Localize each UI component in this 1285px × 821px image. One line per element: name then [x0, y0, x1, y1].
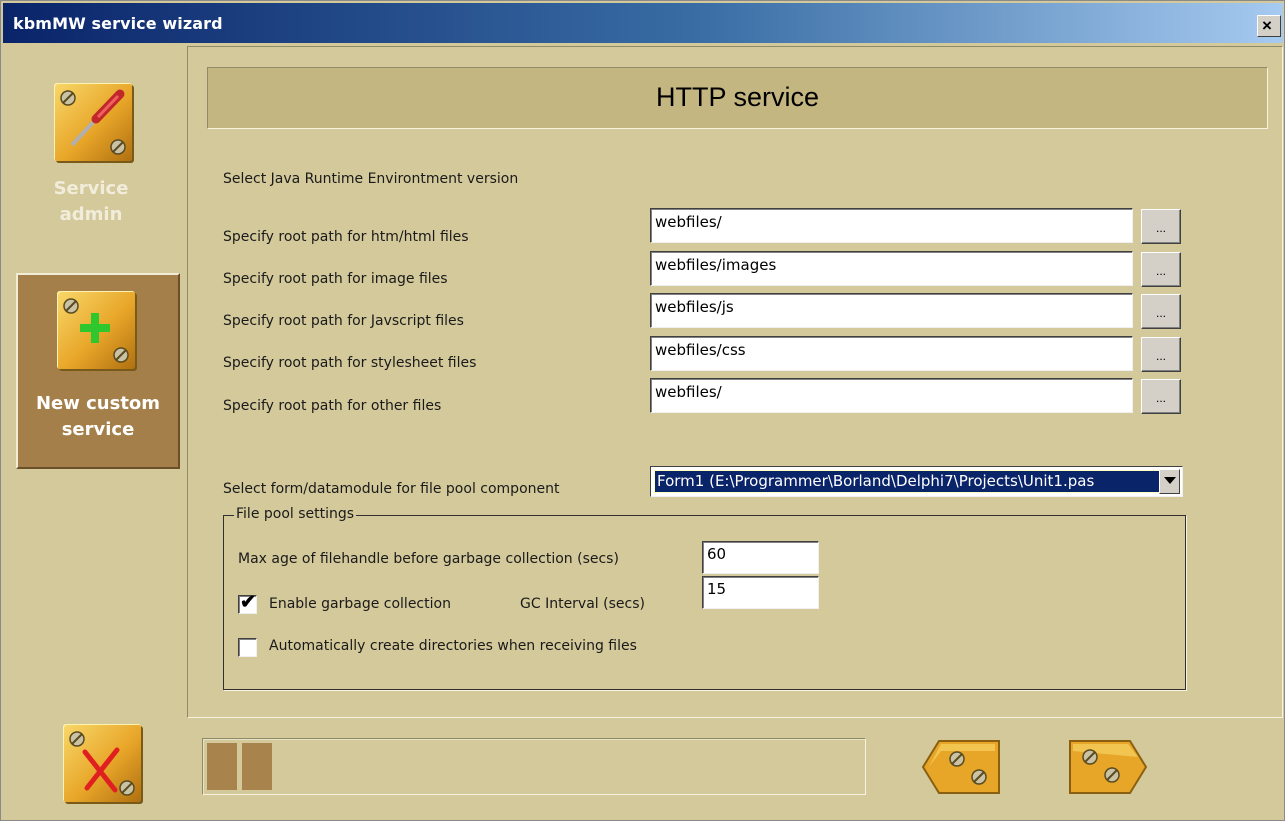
page-header: HTTP service [207, 67, 1268, 129]
window-title: kbmMW service wizard [13, 14, 223, 33]
html-path-label: Specify root path for htm/html files [223, 229, 469, 245]
gc-interval-field[interactable]: 15 [702, 576, 819, 609]
plus-icon[interactable] [57, 291, 135, 369]
javascript-path-label: Specify root path for Javscript files [223, 313, 464, 329]
jre-version-label: Select Java Runtime Environtment version [223, 171, 519, 187]
javascript-path-field[interactable]: webfiles/js [650, 293, 1133, 328]
module-select[interactable]: Form1 (E:\Programmer\Borland\Delphi7\Pro… [650, 466, 1183, 497]
gc-enable-checkbox[interactable]: ✔ [238, 592, 257, 614]
image-path-field[interactable]: webfiles/images [650, 251, 1133, 286]
max-age-field[interactable]: 60 [702, 541, 819, 574]
stylesheet-path-field[interactable]: webfiles/css [650, 336, 1133, 371]
javascript-path-browse-button[interactable]: ... [1141, 294, 1181, 329]
progress-step [207, 743, 237, 790]
auto-create-label: Automatically create directories when re… [269, 638, 637, 654]
module-select-value: Form1 (E:\Programmer\Borland\Delphi7\Pro… [654, 470, 1160, 493]
progress-step [242, 743, 272, 790]
screwdriver-icon[interactable] [54, 83, 132, 161]
other-path-label: Specify root path for other files [223, 398, 442, 414]
page-title: HTTP service [655, 82, 820, 112]
gc-enable-label: Enable garbage collection [269, 596, 451, 612]
next-arrow-icon[interactable] [1068, 739, 1148, 795]
other-path-field[interactable]: webfiles/ [650, 378, 1133, 413]
image-path-label: Specify root path for image files [223, 271, 448, 287]
wizard-progress [202, 738, 866, 795]
close-icon: × [1262, 16, 1272, 35]
stylesheet-path-label: Specify root path for stylesheet files [223, 355, 477, 371]
wizard-window: kbmMW service wizard × Service admin New … [0, 0, 1285, 821]
max-age-label: Max age of filehandle before garbage col… [238, 551, 619, 567]
image-path-browse-button[interactable]: ... [1141, 252, 1181, 287]
title-bar: kbmMW service wizard × [3, 3, 1283, 43]
chevron-down-icon[interactable] [1159, 469, 1180, 494]
auto-create-checkbox[interactable] [238, 638, 257, 657]
file-pool-title: File pool settings [234, 506, 357, 522]
sidebar-item-service-admin[interactable]: Service admin [21, 176, 161, 228]
stylesheet-path-browse-button[interactable]: ... [1141, 337, 1181, 372]
gc-interval-label: GC Interval (secs) [520, 596, 645, 612]
back-arrow-icon[interactable] [921, 739, 1001, 795]
html-path-field[interactable]: webfiles/ [650, 208, 1133, 243]
other-path-browse-button[interactable]: ... [1141, 379, 1181, 414]
cancel-x-icon[interactable] [63, 724, 141, 802]
module-select-label: Select form/datamodule for file pool com… [223, 481, 560, 497]
sidebar-item-label: New custom service [35, 393, 161, 440]
check-icon: ✔ [240, 592, 256, 613]
close-button[interactable]: × [1257, 15, 1281, 37]
html-path-browse-button[interactable]: ... [1141, 209, 1181, 244]
